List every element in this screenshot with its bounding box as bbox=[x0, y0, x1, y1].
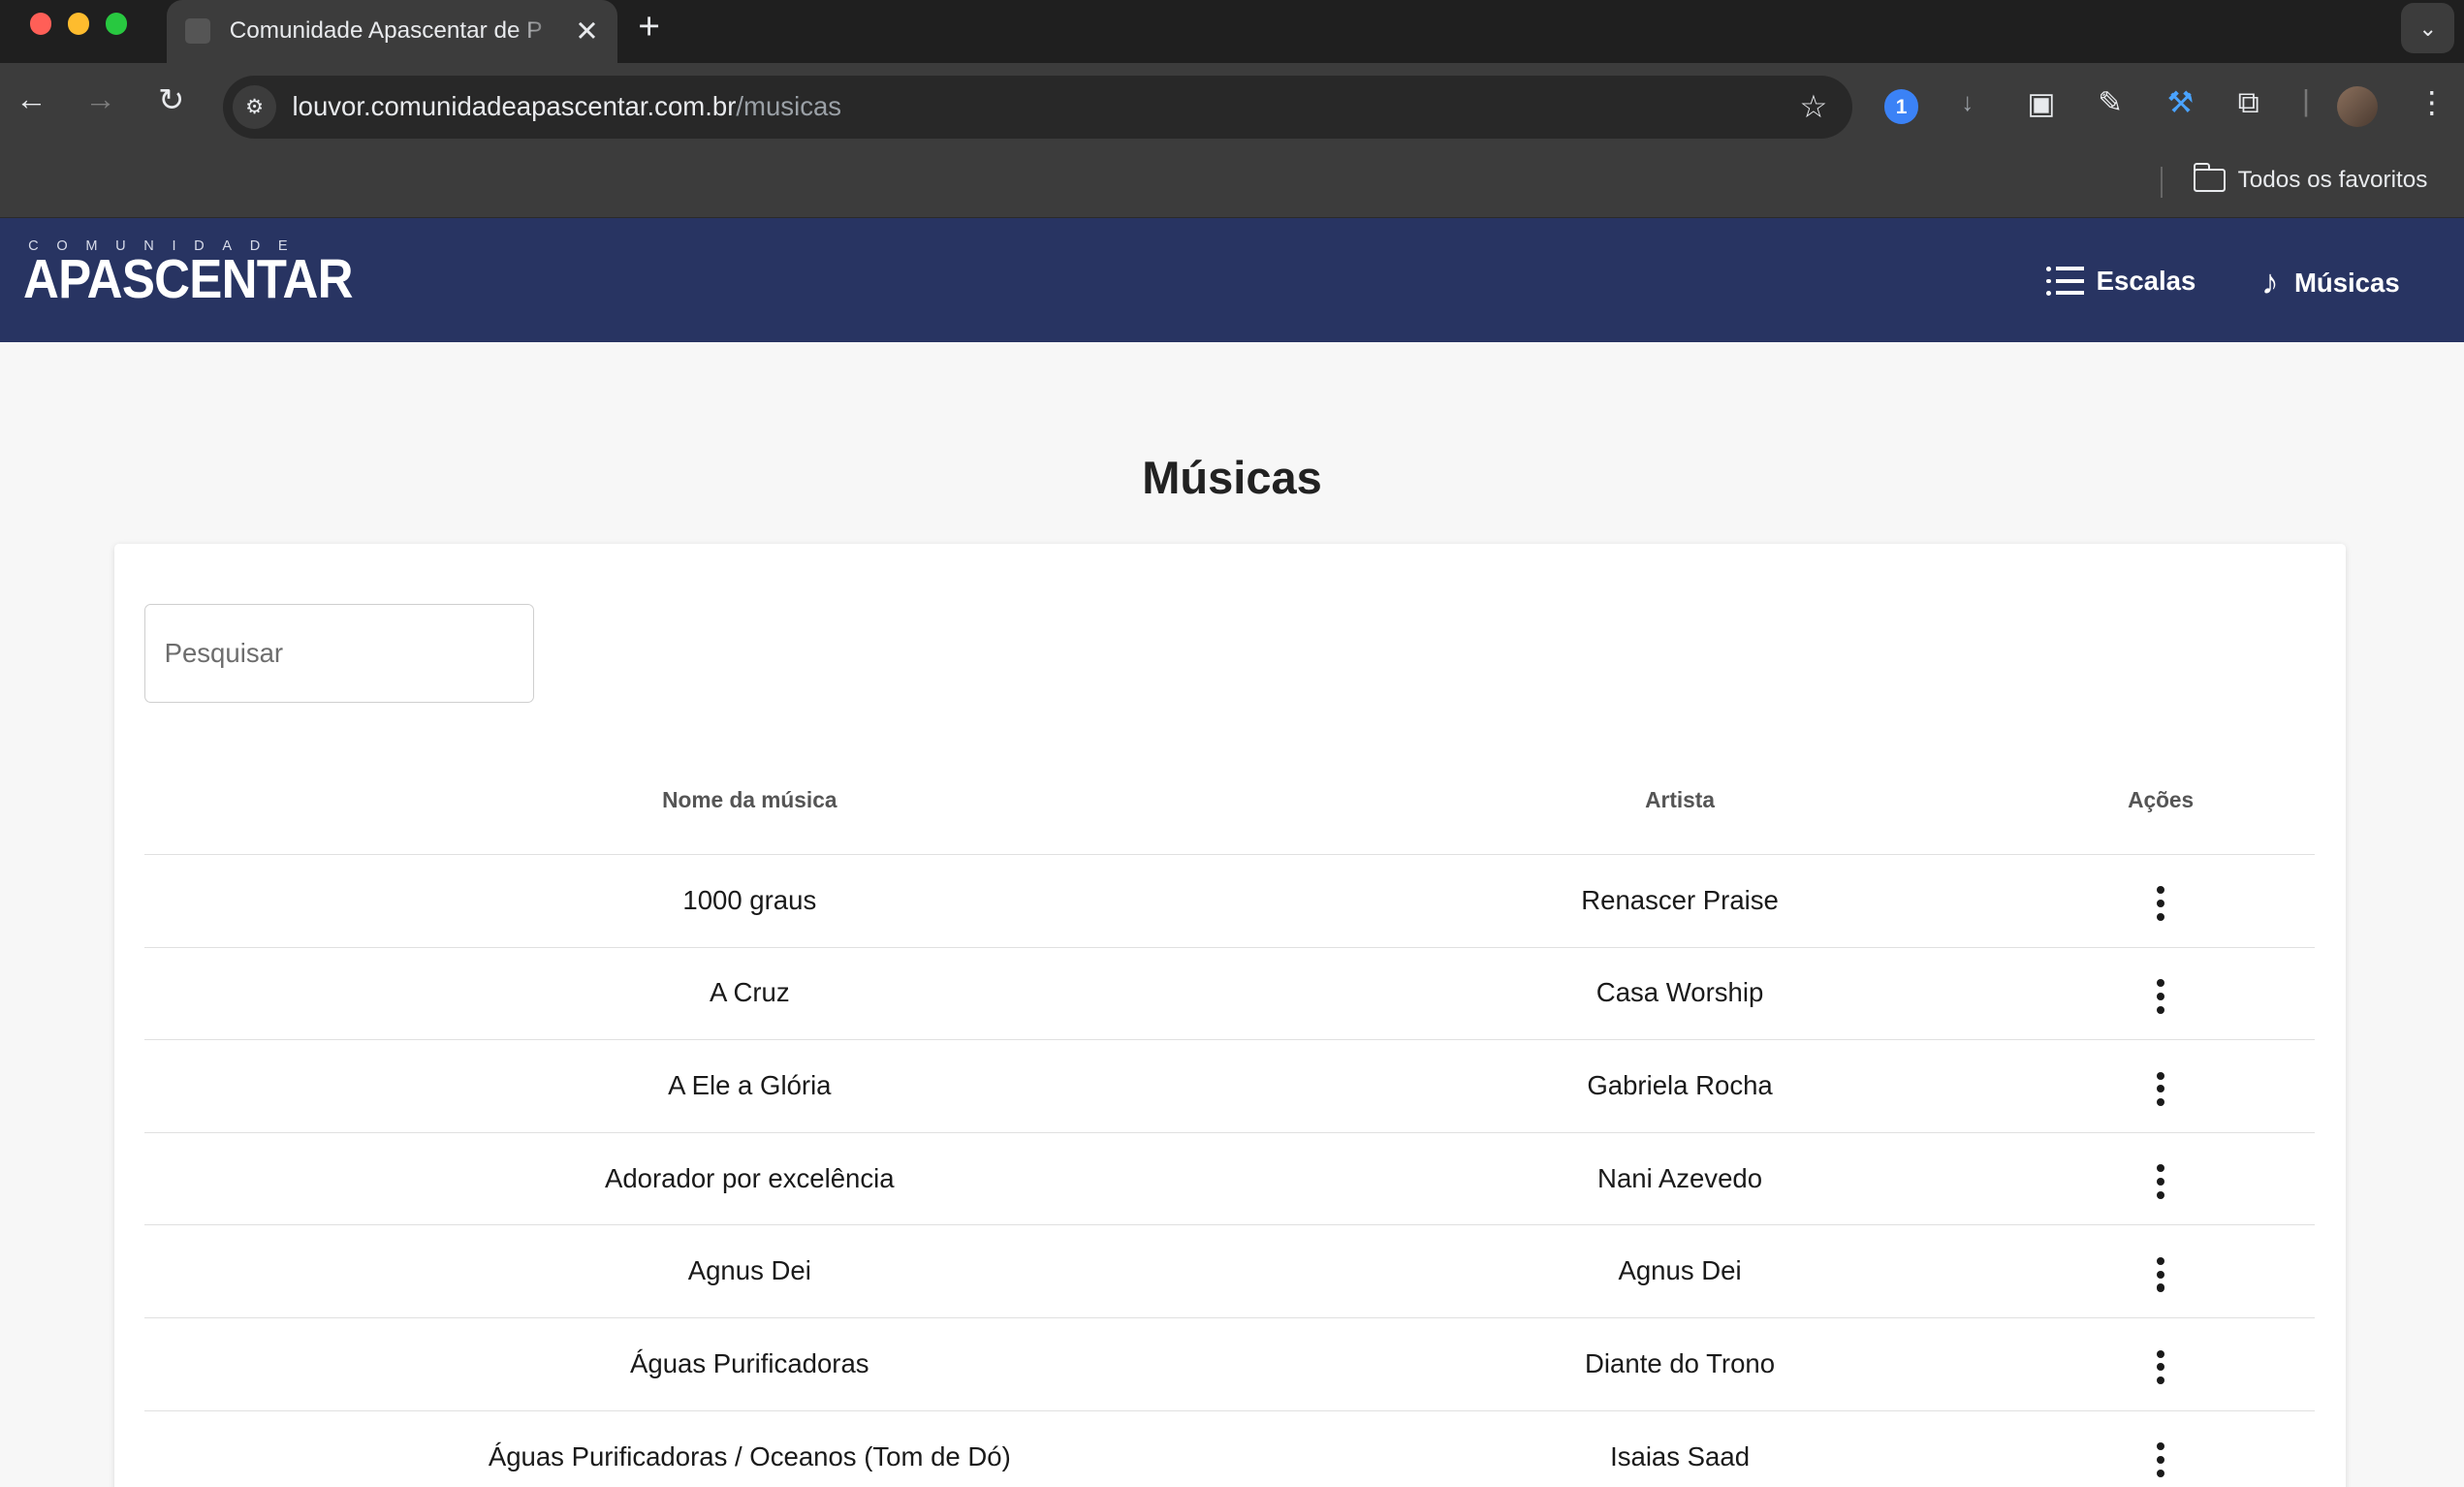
tab-strip: Comunidade Apascentar de P ✕ + ⌄ bbox=[0, 0, 2464, 63]
song-name: A Cruz bbox=[709, 977, 790, 1008]
close-tab-icon[interactable]: ✕ bbox=[575, 15, 598, 48]
table-row: Adorador por excelência Nani Azevedo bbox=[144, 1133, 2316, 1226]
page-title: Músicas bbox=[1142, 452, 1322, 504]
url-host: louvor.comunidadeapascentar.com.br bbox=[292, 91, 737, 122]
kebab-menu-icon[interactable]: ⋮ bbox=[2417, 87, 2447, 118]
row-actions-icon[interactable] bbox=[2153, 1071, 2168, 1107]
row-actions-icon[interactable] bbox=[2153, 1349, 2168, 1385]
url-text[interactable]: louvor.comunidadeapascentar.com.br/music… bbox=[293, 91, 842, 122]
all-bookmarks-folder[interactable]: Todos os favoritos bbox=[2193, 162, 2428, 194]
folder-icon bbox=[2193, 162, 2226, 192]
logo-main-text: APASCENTAR bbox=[23, 249, 354, 311]
row-actions-icon[interactable] bbox=[2153, 1256, 2168, 1292]
site-info-icon[interactable]: ⚙ bbox=[232, 84, 277, 129]
window-controls bbox=[29, 12, 128, 35]
tab-favicon bbox=[185, 18, 211, 45]
bookmarks-bar: Todos os favoritos bbox=[0, 150, 2464, 219]
song-artist: Isaias Saad bbox=[1610, 1440, 1751, 1471]
song-name: 1000 graus bbox=[682, 884, 817, 915]
row-actions-icon[interactable] bbox=[2153, 886, 2168, 921]
app-header: COMUNIDADE APASCENTAR Escalas ♪ Músicas bbox=[0, 218, 2464, 343]
logo[interactable]: COMUNIDADE APASCENTAR bbox=[23, 238, 389, 311]
maximize-window-button[interactable] bbox=[105, 12, 128, 35]
extensions-icon[interactable]: ⧉ bbox=[2238, 87, 2259, 118]
minimize-window-button[interactable] bbox=[67, 12, 90, 35]
song-artist: Casa Worship bbox=[1595, 977, 1764, 1008]
table-row: A Ele a Glória Gabriela Rocha bbox=[144, 1040, 2316, 1133]
song-name: A Ele a Glória bbox=[668, 1069, 832, 1100]
song-artist: Nani Azevedo bbox=[1597, 1162, 1763, 1193]
browser-chrome: Comunidade Apascentar de P ✕ + ⌄ ← → ↻ ⚙… bbox=[0, 0, 2464, 219]
song-artist: Diante do Trono bbox=[1585, 1347, 1776, 1378]
song-name: Águas Purificadoras bbox=[630, 1347, 869, 1378]
table-header: Nome da música Artista Ações bbox=[144, 772, 2316, 855]
profile-avatar[interactable] bbox=[2336, 86, 2378, 128]
row-actions-icon[interactable] bbox=[2153, 1164, 2168, 1199]
music-note-icon: ♪ bbox=[2260, 262, 2279, 301]
column-header-artist[interactable]: Artista bbox=[1645, 787, 1715, 813]
table-row: A Cruz Casa Worship bbox=[144, 948, 2316, 1041]
nav-escalas[interactable]: Escalas bbox=[2045, 265, 2196, 297]
hammer-icon[interactable]: ⚒ bbox=[2167, 87, 2195, 118]
song-artist: Gabriela Rocha bbox=[1587, 1069, 1773, 1100]
close-window-button[interactable] bbox=[29, 12, 52, 35]
row-actions-icon[interactable] bbox=[2153, 978, 2168, 1014]
address-bar[interactable]: ⚙ louvor.comunidadeapascentar.com.br/mus… bbox=[223, 75, 1853, 139]
song-name: Adorador por excelência bbox=[604, 1162, 895, 1193]
tab-search-button[interactable]: ⌄ bbox=[2401, 3, 2455, 54]
search-input[interactable] bbox=[144, 603, 535, 703]
nav-musicas-label: Músicas bbox=[2293, 267, 2400, 298]
song-artist: Agnus Dei bbox=[1618, 1255, 1742, 1286]
song-artist: Renascer Praise bbox=[1581, 884, 1779, 915]
download-icon[interactable]: ↓ bbox=[1961, 90, 1974, 116]
toolbar-divider: | bbox=[2302, 83, 2311, 118]
table-row: 1000 graus Renascer Praise bbox=[144, 855, 2316, 948]
eyedropper-icon[interactable]: ✎ bbox=[2098, 87, 2123, 118]
nav-escalas-label: Escalas bbox=[2096, 265, 2196, 296]
browser-tab[interactable]: Comunidade Apascentar de P ✕ bbox=[166, 0, 618, 63]
songs-card: Nome da música Artista Ações 1000 graus … bbox=[114, 543, 2347, 1487]
bookmarks-folder-label: Todos os favoritos bbox=[2237, 166, 2428, 193]
back-icon[interactable]: ← bbox=[10, 81, 53, 117]
column-header-actions: Ações bbox=[2128, 787, 2195, 813]
table-body: 1000 graus Renascer Praise A Cruz Casa W… bbox=[144, 855, 2316, 1487]
song-name: Águas Purificadoras / Oceanos (Tom de Dó… bbox=[488, 1440, 1011, 1471]
table-row: Agnus Dei Agnus Dei bbox=[144, 1225, 2316, 1319]
column-header-name[interactable]: Nome da música bbox=[662, 787, 837, 813]
new-tab-button[interactable]: + bbox=[638, 6, 660, 48]
url-path: /musicas bbox=[736, 91, 842, 122]
nav-musicas[interactable]: ♪ Músicas bbox=[2260, 262, 2400, 301]
list-icon bbox=[2045, 267, 2084, 296]
picture-in-picture-icon[interactable]: ▣ bbox=[2027, 89, 2055, 119]
browser-toolbar: ← → ↻ ⚙ louvor.comunidadeapascentar.com.… bbox=[0, 62, 2464, 151]
song-name: Agnus Dei bbox=[687, 1255, 811, 1286]
tab-title: Comunidade Apascentar de P bbox=[229, 17, 543, 45]
table-row: Águas Purificadoras Diante do Trono bbox=[144, 1318, 2316, 1411]
bookmarks-divider bbox=[2161, 166, 2163, 199]
reload-icon[interactable]: ↻ bbox=[149, 81, 193, 118]
row-actions-icon[interactable] bbox=[2153, 1442, 2168, 1477]
table-row: Águas Purificadoras / Oceanos (Tom de Dó… bbox=[144, 1411, 2315, 1487]
bookmark-star-icon[interactable]: ☆ bbox=[1799, 88, 1827, 125]
forward-icon[interactable]: → bbox=[79, 81, 122, 117]
